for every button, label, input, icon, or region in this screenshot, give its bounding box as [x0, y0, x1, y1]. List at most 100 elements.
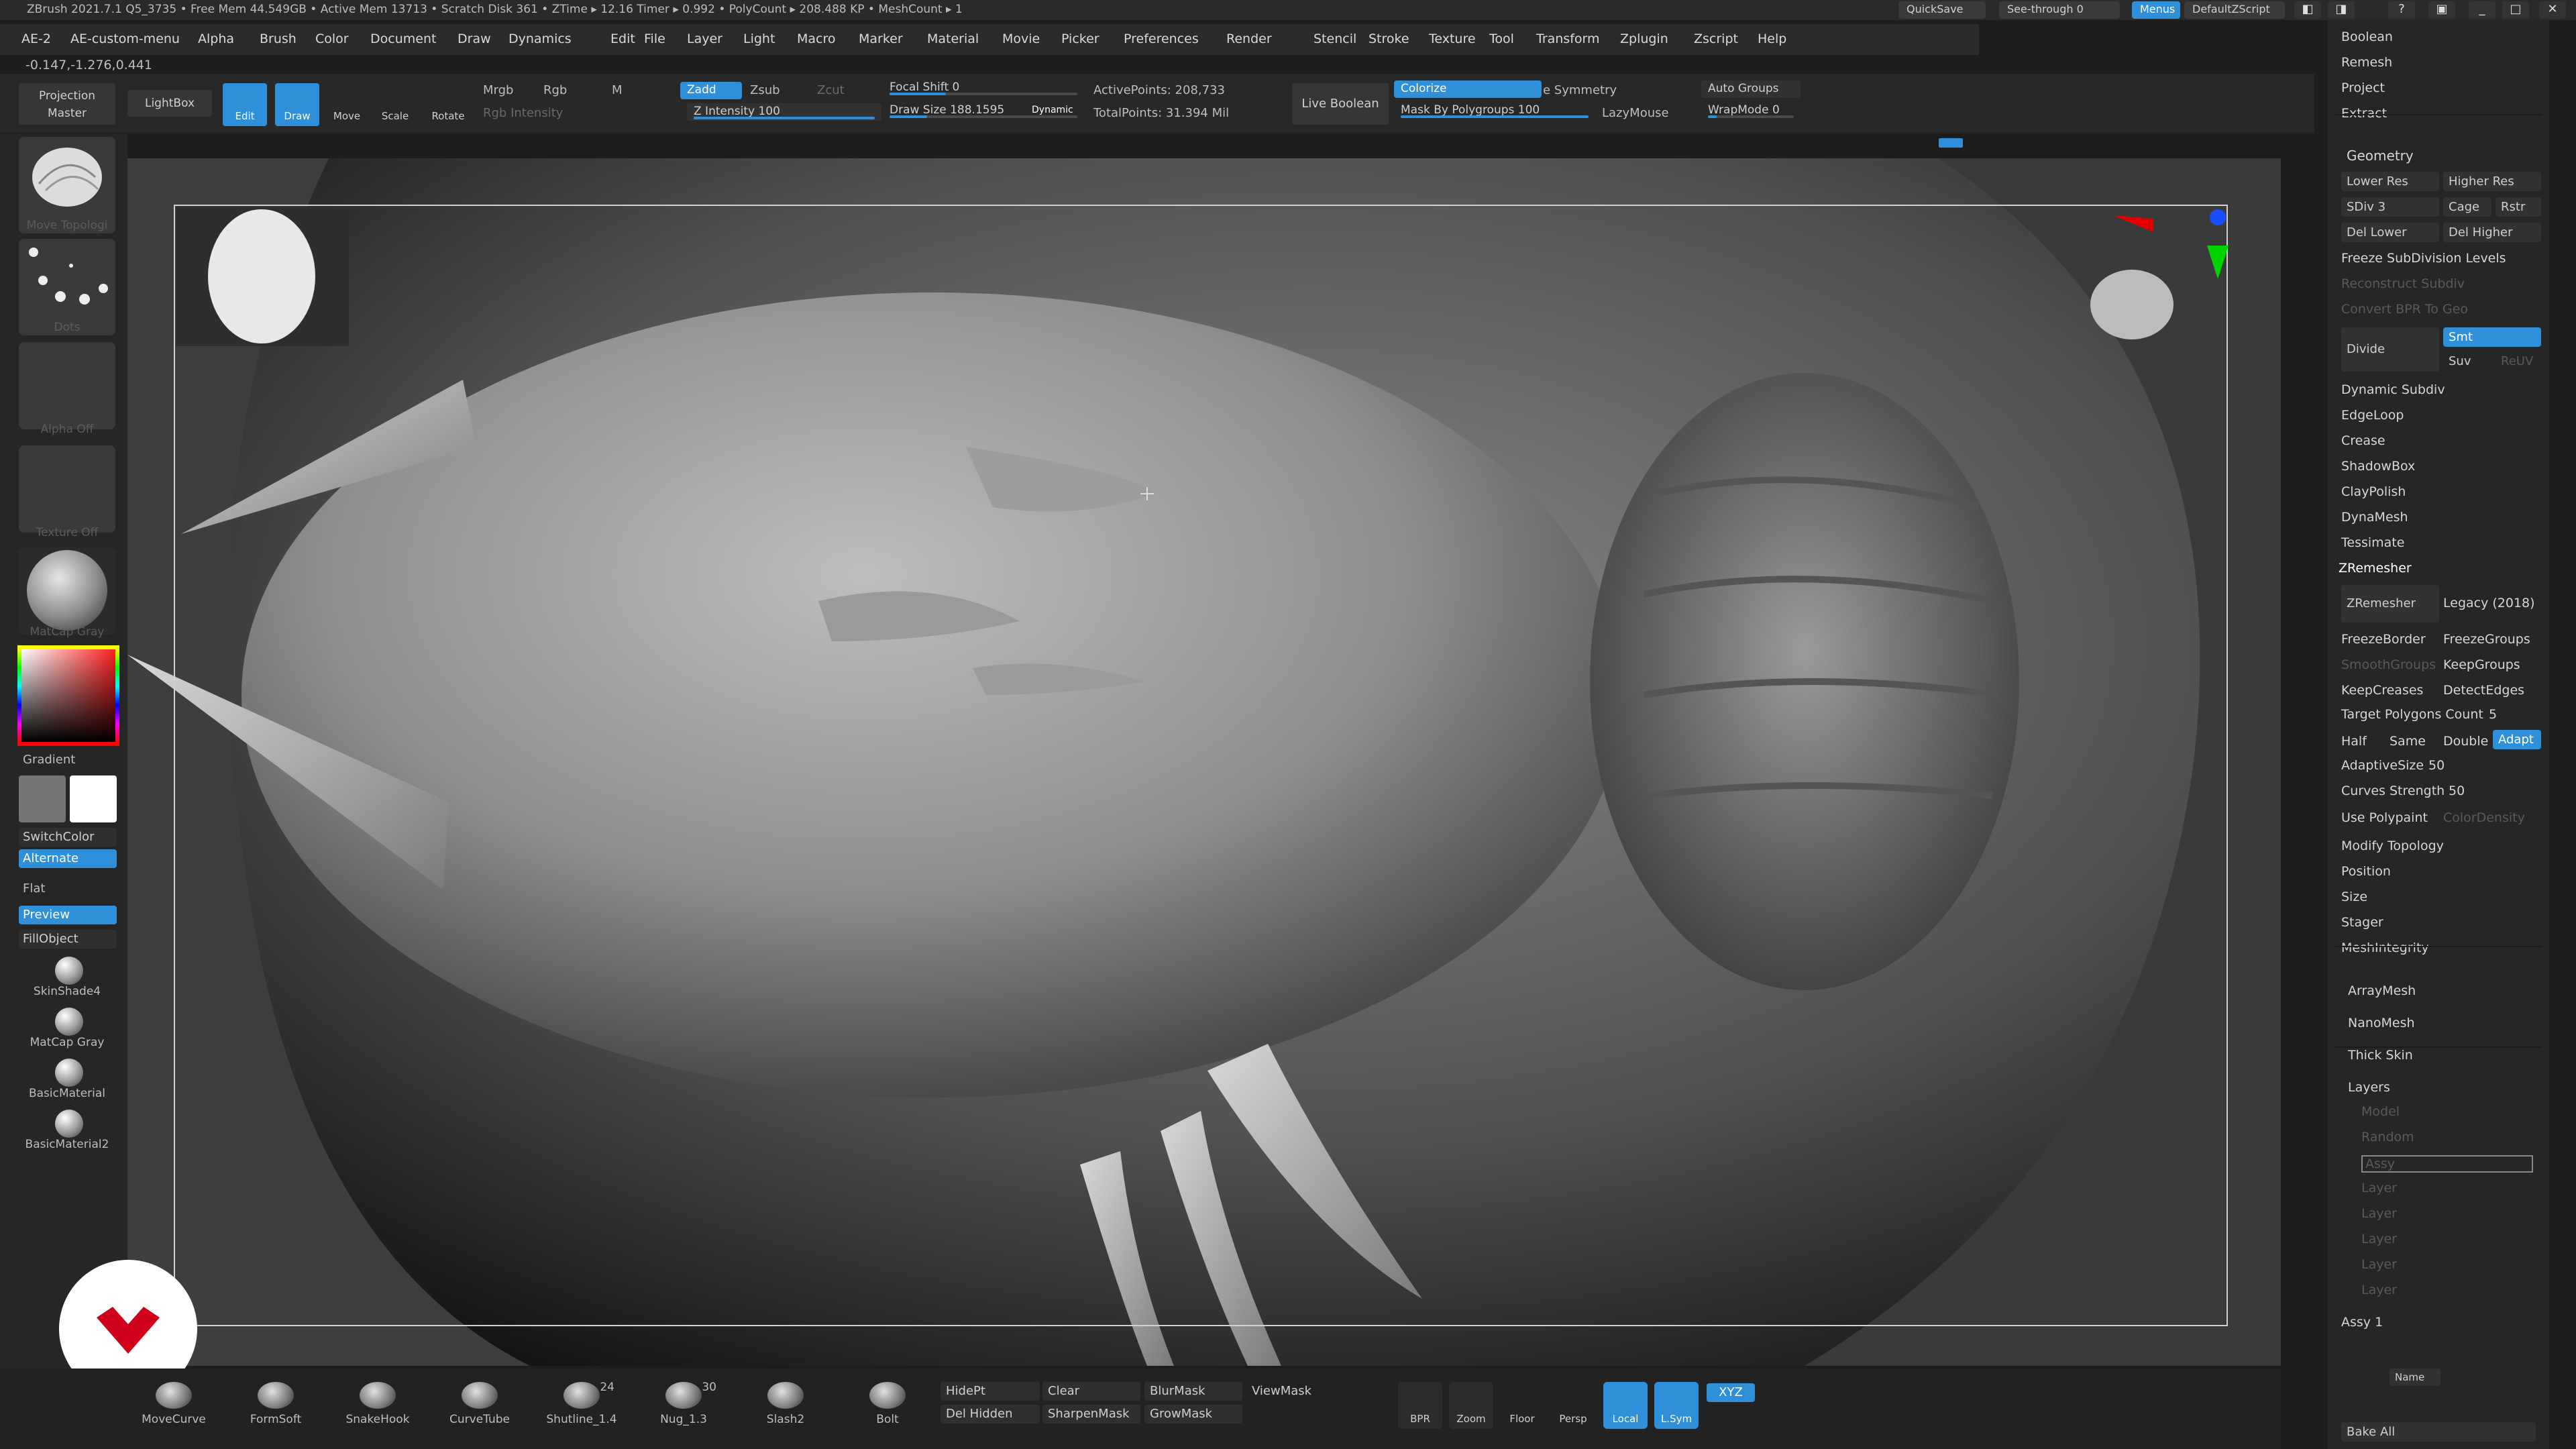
geometry-header[interactable]: Geometry: [2347, 148, 2414, 164]
minimize-icon[interactable]: _: [2469, 1, 2496, 19]
menu-file[interactable]: File: [644, 32, 665, 46]
half-button[interactable]: Half: [2341, 734, 2367, 749]
arraymesh-button[interactable]: ArrayMesh: [2348, 983, 2416, 998]
m-button[interactable]: M: [612, 83, 623, 97]
menu-draw[interactable]: Draw: [458, 32, 491, 46]
rp-claypolish[interactable]: ClayPolish: [2341, 484, 2406, 499]
del-hidden-button[interactable]: Del Hidden: [941, 1405, 1040, 1424]
layer-item[interactable]: Layer: [2361, 1206, 2397, 1221]
menu-stencil[interactable]: Stencil: [1313, 32, 1356, 46]
keepcreases-toggle[interactable]: KeepCreases: [2341, 683, 2423, 698]
layout-right-icon[interactable]: ◨: [2328, 1, 2355, 19]
close-icon[interactable]: ✕: [2539, 1, 2566, 19]
del-lower-button[interactable]: Del Lower: [2341, 223, 2439, 242]
menu-document[interactable]: Document: [370, 32, 436, 46]
basicmaterial2-sphere-icon[interactable]: [55, 1110, 83, 1138]
default-zscript-button[interactable]: DefaultZScript: [2184, 1, 2285, 19]
menu-brush[interactable]: Brush: [260, 32, 297, 46]
colorize-button[interactable]: Colorize: [1394, 80, 1542, 98]
same-button[interactable]: Same: [2390, 734, 2426, 749]
brush-bolt[interactable]: Bolt: [851, 1375, 924, 1426]
gizmo-3d-head[interactable]: [2090, 270, 2174, 339]
live-boolean-button[interactable]: Live Boolean: [1292, 83, 1389, 125]
menu-material[interactable]: Material: [927, 32, 979, 46]
floor-button[interactable]: Floor: [1500, 1382, 1544, 1429]
menu-light[interactable]: Light: [743, 32, 775, 46]
rp-crease[interactable]: Crease: [2341, 433, 2385, 448]
rp-boolean[interactable]: Boolean: [2341, 30, 2393, 44]
zsub-button[interactable]: Zsub: [750, 83, 780, 97]
bake-all-button[interactable]: Bake All: [2341, 1422, 2536, 1442]
local-button[interactable]: Local: [1603, 1382, 1648, 1429]
skinshade4-sphere-icon[interactable]: [55, 957, 83, 985]
layer-item[interactable]: Assy: [2361, 1155, 2533, 1173]
cage-button[interactable]: Cage: [2443, 197, 2491, 217]
bpr-button[interactable]: BPR: [1398, 1382, 1442, 1429]
zoom-button[interactable]: Zoom: [1449, 1382, 1493, 1429]
zcut-button[interactable]: Zcut: [817, 83, 845, 97]
menu-macro[interactable]: Macro: [797, 32, 836, 46]
double-button[interactable]: Double: [2443, 734, 2488, 749]
rp-dynamesh[interactable]: DynaMesh: [2341, 510, 2408, 525]
fillobject-button[interactable]: FillObject: [19, 930, 117, 949]
rp-position[interactable]: Position: [2341, 864, 2391, 879]
nanomesh-button[interactable]: NanoMesh: [2348, 1016, 2415, 1030]
brush-nug-1-3[interactable]: Nug_1.3 30: [647, 1375, 720, 1426]
layer-name-button[interactable]: Name: [2390, 1368, 2440, 1386]
menu-preferences[interactable]: Preferences: [1124, 32, 1199, 46]
menu-transform[interactable]: Transform: [1536, 32, 1600, 46]
brush-formsoft[interactable]: FormSoft: [239, 1375, 313, 1426]
projection-master-button[interactable]: Projection Master: [19, 83, 115, 125]
rp-stager[interactable]: Stager: [2341, 915, 2383, 930]
rp-extract[interactable]: Extract: [2341, 106, 2387, 121]
restore-icon[interactable]: ▣: [2428, 1, 2455, 19]
layer-item[interactable]: Layer: [2361, 1232, 2397, 1246]
menu-dynamics[interactable]: Dynamics: [508, 32, 572, 46]
menu-picker[interactable]: Picker: [1061, 32, 1099, 46]
layer-item[interactable]: Layer: [2361, 1257, 2397, 1272]
dynamic-button[interactable]: Dynamic: [1032, 105, 1073, 115]
menu-tool[interactable]: Tool: [1489, 32, 1514, 46]
alternate-button[interactable]: Alternate: [19, 849, 117, 868]
higher-res-button[interactable]: Higher Res: [2443, 172, 2541, 191]
layers-header[interactable]: Layers: [2348, 1080, 2390, 1095]
basicmaterial-sphere-icon[interactable]: [55, 1059, 83, 1087]
move-button[interactable]: Move: [325, 83, 369, 126]
adaptive-size-value[interactable]: 50: [2428, 758, 2445, 773]
legacy-2018-button[interactable]: Legacy (2018): [2443, 596, 2535, 610]
reuv-button[interactable]: ReUV: [2496, 352, 2541, 371]
scale-button[interactable]: Scale: [373, 83, 417, 126]
blurmask-button[interactable]: BlurMask: [1144, 1382, 1242, 1401]
reconstruct-subdiv-button[interactable]: Reconstruct Subdiv: [2341, 276, 2465, 291]
curves-strength-value[interactable]: 50: [2449, 784, 2465, 798]
brush-movecurve[interactable]: MoveCurve: [137, 1375, 211, 1426]
divide-button[interactable]: Divide: [2341, 327, 2439, 372]
rp-shadowbox[interactable]: ShadowBox: [2341, 459, 2415, 474]
lazymouse-button[interactable]: LazyMouse: [1602, 106, 1669, 120]
smoothgroups-slider[interactable]: SmoothGroups: [2341, 657, 2436, 672]
rp-project[interactable]: Project: [2341, 80, 2385, 95]
colordensity-slider[interactable]: ColorDensity: [2443, 810, 2525, 825]
layer-item[interactable]: Random: [2361, 1130, 2414, 1144]
menus-button[interactable]: Menus: [2132, 1, 2180, 19]
layer-item[interactable]: Layer: [2361, 1283, 2397, 1297]
main-color-swatch[interactable]: [19, 775, 66, 822]
rgb-intensity-slider[interactable]: Rgb Intensity: [483, 106, 563, 120]
layout-left-icon[interactable]: ◧: [2294, 1, 2321, 19]
freeze-subdivision-levels-button[interactable]: Freeze SubDivision Levels: [2341, 251, 2506, 266]
menu-render[interactable]: Render: [1226, 32, 1272, 46]
suv-toggle[interactable]: Suv: [2443, 352, 2491, 371]
gizmo-z-axis[interactable]: [2210, 209, 2226, 225]
menu-ae-2[interactable]: AE-2: [21, 32, 51, 46]
z-intensity-slider[interactable]: Z Intensity 100: [687, 103, 881, 121]
menu-stroke[interactable]: Stroke: [1368, 32, 1409, 46]
wrapmode-slider[interactable]: WrapMode 0: [1701, 102, 1801, 119]
rotate-button[interactable]: Rotate: [423, 83, 474, 126]
mask-by-polygroups-slider[interactable]: Mask By Polygroups 100: [1394, 102, 1595, 119]
menu-color[interactable]: Color: [315, 32, 349, 46]
rp-edgeloop[interactable]: EdgeLoop: [2341, 408, 2404, 423]
zremesher-button[interactable]: ZRemesher: [2341, 585, 2439, 623]
clear-mask-button[interactable]: Clear: [1042, 1382, 1140, 1401]
rp-tessimate[interactable]: Tessimate: [2341, 535, 2404, 550]
thick-skin-button[interactable]: Thick Skin: [2348, 1048, 2413, 1063]
